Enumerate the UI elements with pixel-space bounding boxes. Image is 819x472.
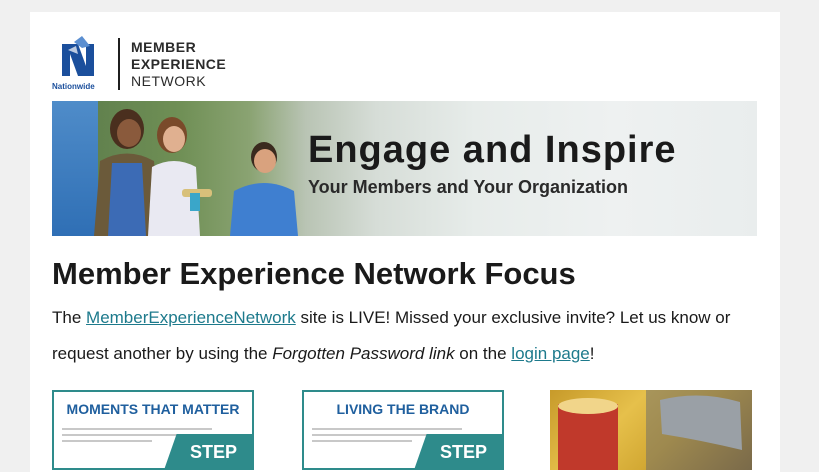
people-photo-image (94, 109, 298, 236)
step-badge: STEP 5: (414, 434, 502, 468)
step-badge: STEP 5: (164, 434, 252, 468)
para-text-3: on the (454, 344, 512, 363)
hero-banner[interactable]: Engage and Inspire Your Members and Your… (52, 101, 757, 236)
living-the-brand-card[interactable]: LIVING THE BRAND STEP 5: (302, 390, 504, 470)
login-page-link[interactable]: login page (511, 344, 589, 363)
banner-title: Engage and Inspire (308, 129, 677, 171)
popcorn-photo-image (558, 390, 752, 470)
para-text-1: The (52, 308, 87, 327)
card-title: LIVING THE BRAND (336, 401, 470, 417)
banner-subtitle: Your Members and Your Organization (308, 177, 629, 197)
header-logo[interactable]: Nationwide MEMBER EXPERIENCE NETWORK (52, 36, 242, 94)
brand-wordmark: Nationwide (52, 82, 95, 91)
para-text-4: ! (589, 344, 595, 363)
program-name-line-2: EXPERIENCE (131, 56, 227, 72)
logo-divider (118, 38, 120, 90)
email-card: Nationwide MEMBER EXPERIENCE NETWORK Eng… (30, 12, 780, 472)
card-title: MOMENTS THAT MATTER (66, 401, 240, 417)
program-name-line-3: NETWORK (131, 73, 207, 89)
popcorn-photo-card[interactable] (550, 390, 752, 470)
program-name: MEMBER EXPERIENCE NETWORK (131, 39, 226, 90)
program-name-line-1: MEMBER (131, 39, 197, 55)
intro-paragraph: The MemberExperienceNetwork site is LIVE… (52, 300, 762, 372)
section-heading: Member Experience Network Focus (52, 256, 576, 291)
forgotten-password-text: Forgotten Password link (272, 344, 455, 363)
moments-that-matter-card[interactable]: MOMENTS THAT MATTER STEP 5: (52, 390, 254, 470)
member-experience-network-link[interactable]: MemberExperienceNetwork (86, 308, 296, 327)
